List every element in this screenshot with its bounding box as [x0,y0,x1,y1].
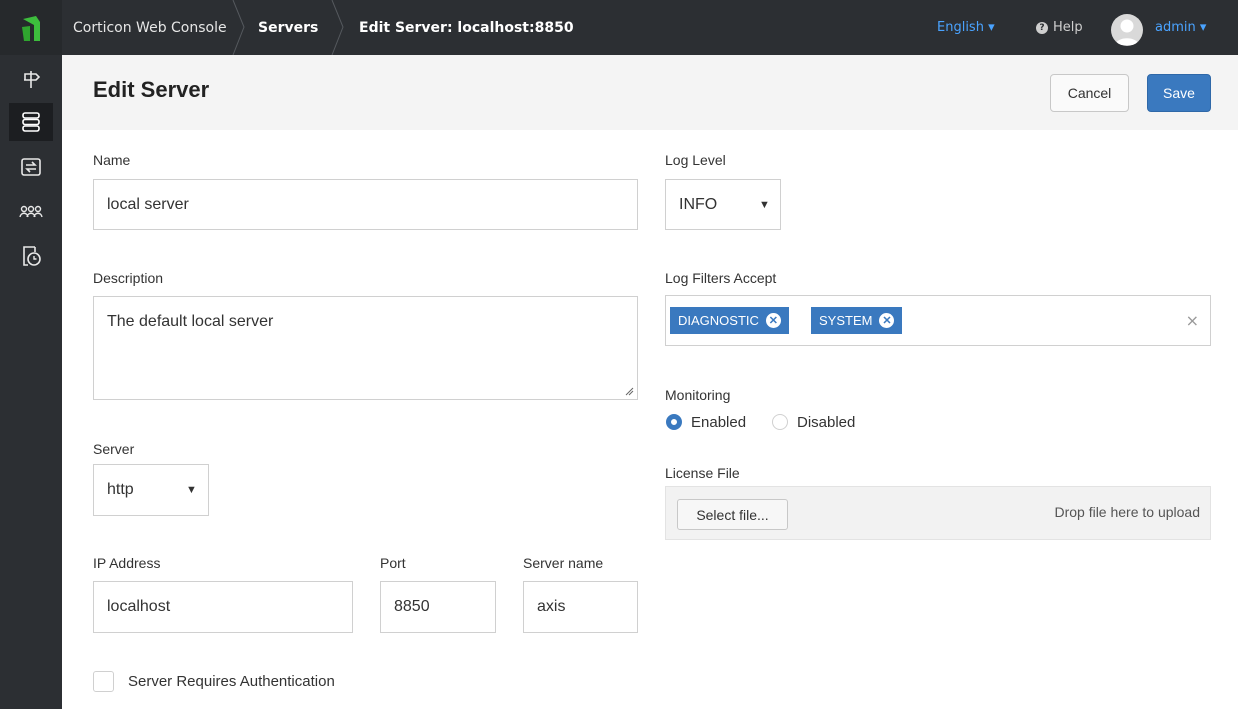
monitoring-enabled-label[interactable]: Enabled [691,414,746,431]
monitoring-disabled-label[interactable]: Disabled [797,414,855,431]
description-label: Description [93,270,164,286]
clear-icon[interactable]: × [1186,311,1199,330]
sidebar-item-users[interactable] [9,192,53,230]
port-input[interactable]: 8850 [380,581,496,633]
deployments-icon [21,158,41,176]
log-level-select[interactable]: INFO ▼ [665,179,781,230]
help-link[interactable]: ? Help [1036,0,1083,55]
name-label: Name [93,152,131,168]
user-menu[interactable]: admin ▾ [1155,0,1206,55]
question-icon: ? [1036,21,1048,34]
ip-address-input[interactable]: localhost [93,581,353,633]
sidebar-item-deployments[interactable] [9,148,53,186]
sidebar [0,55,62,709]
breadcrumb-console[interactable]: Corticon Web Console [73,0,227,55]
monitoring-disabled-radio[interactable] [772,414,788,430]
avatar[interactable] [1111,14,1143,46]
servers-icon [22,112,40,132]
remove-tag-icon[interactable]: ✕ [765,313,781,328]
document-clock-icon [23,246,41,266]
breadcrumb-separator [232,0,246,55]
help-label: Help [1053,20,1083,35]
server-label: Server [93,441,135,457]
auth-label: Server Requires Authentication [128,673,335,690]
tag-system: SYSTEM ✕ [811,307,903,334]
breadcrumb-separator [331,0,345,55]
page-title: Edit Server [93,77,210,102]
description-textarea[interactable]: The default local server [93,296,638,400]
description-value: The default local server [107,313,274,330]
license-file-label: License File [665,465,740,481]
users-icon [19,205,43,218]
top-bar: Corticon Web Console Servers Edit Server… [0,0,1238,55]
log-filters-multiselect[interactable]: DIAGNOSTIC ✕ SYSTEM ✕ × [665,295,1211,346]
monitoring-label: Monitoring [665,387,731,403]
server-name-label: Server name [523,555,604,571]
server-name-input[interactable]: axis [523,581,638,633]
cancel-button[interactable]: Cancel [1050,74,1129,112]
chevron-down-icon: ▼ [759,199,770,211]
tag-label: DIAGNOSTIC [678,313,759,328]
breadcrumb-edit-server: Edit Server: localhost:8850 [359,19,574,36]
log-filters-label: Log Filters Accept [665,270,777,286]
log-level-label: Log Level [665,152,726,168]
log-level-value: INFO [679,195,718,213]
drop-file-hint: Drop file here to upload [1054,504,1200,520]
monitoring-enabled-radio[interactable] [666,414,682,430]
name-input[interactable]: local server [93,179,638,230]
progress-logo-icon [22,15,40,41]
tag-label: SYSTEM [819,313,873,328]
sidebar-item-monitoring[interactable] [9,237,53,275]
chevron-down-icon: ▼ [186,484,197,496]
user-avatar-icon [1115,19,1139,45]
signpost-icon [24,71,41,88]
license-dropzone[interactable]: Select file... Drop file here to upload [665,486,1211,540]
save-button[interactable]: Save [1147,74,1211,112]
breadcrumb-servers[interactable]: Servers [258,0,318,55]
server-select-value: http [107,481,134,498]
tag-diagnostic: DIAGNOSTIC ✕ [670,307,789,334]
remove-tag-icon[interactable]: ✕ [879,313,895,328]
select-file-button[interactable]: Select file... [677,499,788,530]
sidebar-item-rule-projects[interactable] [9,60,53,98]
port-label: Port [380,555,406,571]
corticon-logo[interactable] [0,0,62,55]
auth-checkbox[interactable] [93,671,114,692]
resize-handle-icon[interactable] [624,386,634,396]
language-selector[interactable]: English ▾ [937,0,995,55]
server-select[interactable]: http ▼ [93,464,209,516]
sidebar-item-servers[interactable] [9,103,53,141]
ip-address-label: IP Address [93,555,161,571]
